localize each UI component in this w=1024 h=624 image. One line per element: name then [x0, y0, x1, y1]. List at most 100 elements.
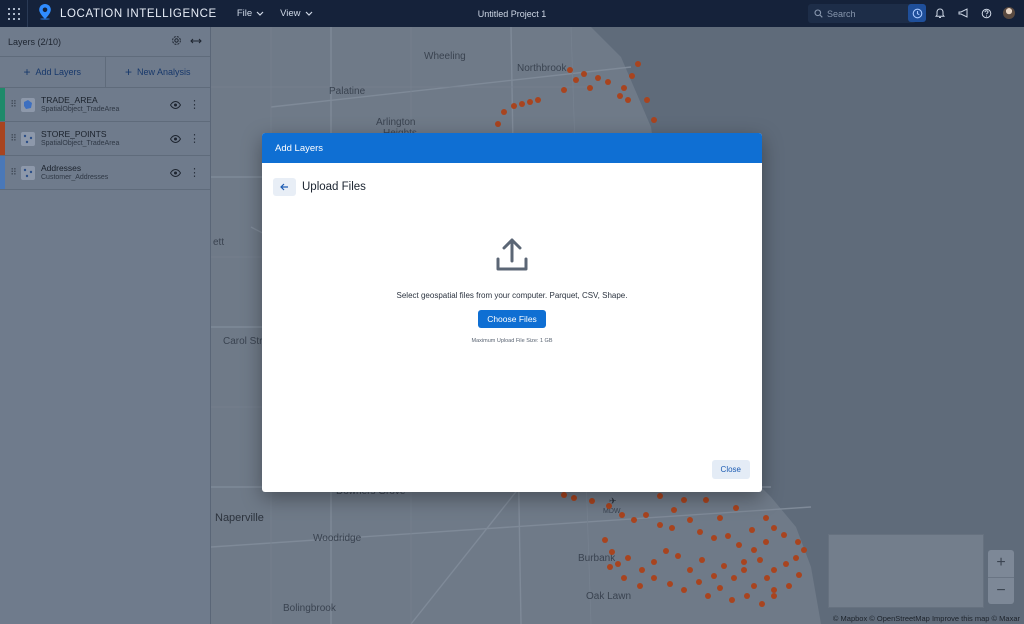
store-point-marker[interactable]	[697, 529, 703, 535]
new-analysis-button[interactable]: + New Analysis	[104, 57, 211, 87]
store-point-marker[interactable]	[687, 517, 693, 523]
store-point-marker[interactable]	[567, 67, 573, 73]
store-point-marker[interactable]	[741, 567, 747, 573]
store-point-marker[interactable]	[731, 575, 737, 581]
visibility-eye-icon[interactable]	[169, 98, 182, 112]
store-point-marker[interactable]	[781, 532, 787, 538]
store-point-marker[interactable]	[711, 573, 717, 579]
store-point-marker[interactable]	[725, 533, 731, 539]
store-point-marker[interactable]	[643, 512, 649, 518]
map-attribution[interactable]: © Mapbox © OpenStreetMap Improve this ma…	[833, 614, 1020, 623]
store-point-marker[interactable]	[786, 583, 792, 589]
add-layers-button[interactable]: + Add Layers	[0, 57, 105, 87]
drag-handle-icon[interactable]: ⠿	[5, 99, 21, 110]
more-options-icon[interactable]: ⋮	[189, 166, 200, 179]
bell-icon[interactable]	[931, 4, 949, 22]
store-point-marker[interactable]	[651, 559, 657, 565]
store-point-marker[interactable]	[741, 559, 747, 565]
help-icon[interactable]	[977, 4, 995, 22]
store-point-marker[interactable]	[607, 564, 613, 570]
more-options-icon[interactable]: ⋮	[189, 132, 200, 145]
menu-file[interactable]: File	[237, 8, 264, 19]
expand-arrows-icon[interactable]	[190, 37, 202, 47]
visibility-eye-icon[interactable]	[169, 166, 182, 180]
store-point-marker[interactable]	[609, 549, 615, 555]
store-point-marker[interactable]	[667, 581, 673, 587]
store-point-marker[interactable]	[757, 557, 763, 563]
store-point-marker[interactable]	[681, 497, 687, 503]
store-point-marker[interactable]	[519, 101, 525, 107]
store-point-marker[interactable]	[744, 593, 750, 599]
store-point-marker[interactable]	[495, 121, 501, 127]
search-input[interactable]	[827, 8, 917, 19]
store-point-marker[interactable]	[783, 561, 789, 567]
store-point-marker[interactable]	[602, 537, 608, 543]
store-point-marker[interactable]	[571, 495, 577, 501]
settings-gear-icon[interactable]	[171, 35, 182, 48]
user-avatar[interactable]	[1000, 4, 1018, 22]
store-point-marker[interactable]	[711, 535, 717, 541]
store-point-marker[interactable]	[595, 75, 601, 81]
store-point-marker[interactable]	[703, 497, 709, 503]
store-point-marker[interactable]	[736, 542, 742, 548]
store-point-marker[interactable]	[801, 547, 807, 553]
store-point-marker[interactable]	[619, 512, 625, 518]
store-point-marker[interactable]	[733, 505, 739, 511]
store-point-marker[interactable]	[617, 93, 623, 99]
store-point-marker[interactable]	[606, 503, 612, 509]
zoom-out-button[interactable]: −	[988, 576, 1014, 605]
drag-handle-icon[interactable]: ⠿	[5, 167, 21, 178]
store-point-marker[interactable]	[631, 517, 637, 523]
store-point-marker[interactable]	[663, 548, 669, 554]
store-point-marker[interactable]	[671, 507, 677, 513]
apps-grid-icon[interactable]	[0, 0, 27, 27]
store-point-marker[interactable]	[729, 597, 735, 603]
store-point-marker[interactable]	[637, 583, 643, 589]
back-button[interactable]	[273, 178, 296, 196]
drag-handle-icon[interactable]: ⠿	[5, 133, 21, 144]
layer-row-trade-area[interactable]: ⠿ TRADE_AREA SpatialObject_TradeArea ⋮	[0, 88, 210, 122]
store-point-marker[interactable]	[717, 585, 723, 591]
store-point-marker[interactable]	[696, 579, 702, 585]
store-point-marker[interactable]	[535, 97, 541, 103]
store-point-marker[interactable]	[561, 492, 567, 498]
store-point-marker[interactable]	[681, 587, 687, 593]
store-point-marker[interactable]	[771, 567, 777, 573]
store-point-marker[interactable]	[629, 73, 635, 79]
store-point-marker[interactable]	[621, 85, 627, 91]
choose-files-button[interactable]: Choose Files	[478, 310, 546, 328]
layer-row-addresses[interactable]: ⠿ Addresses Customer_Addresses ⋮	[0, 156, 210, 190]
store-point-marker[interactable]	[771, 593, 777, 599]
store-point-marker[interactable]	[635, 61, 641, 67]
store-point-marker[interactable]	[763, 539, 769, 545]
store-point-marker[interactable]	[721, 563, 727, 569]
menu-view[interactable]: View	[280, 8, 312, 19]
store-point-marker[interactable]	[625, 555, 631, 561]
store-point-marker[interactable]	[675, 553, 681, 559]
store-point-marker[interactable]	[501, 109, 507, 115]
store-point-marker[interactable]	[589, 498, 595, 504]
store-point-marker[interactable]	[527, 99, 533, 105]
store-point-marker[interactable]	[771, 525, 777, 531]
visibility-eye-icon[interactable]	[169, 132, 182, 146]
store-point-marker[interactable]	[699, 557, 705, 563]
store-point-marker[interactable]	[763, 515, 769, 521]
store-point-marker[interactable]	[651, 575, 657, 581]
close-button[interactable]: Close	[711, 460, 750, 479]
store-point-marker[interactable]	[764, 575, 770, 581]
zoom-in-button[interactable]: +	[988, 550, 1014, 577]
store-point-marker[interactable]	[561, 87, 567, 93]
store-point-marker[interactable]	[657, 522, 663, 528]
store-point-marker[interactable]	[749, 527, 755, 533]
more-options-icon[interactable]: ⋮	[189, 98, 200, 111]
store-point-marker[interactable]	[751, 547, 757, 553]
store-point-marker[interactable]	[651, 117, 657, 123]
store-point-marker[interactable]	[705, 593, 711, 599]
minimap[interactable]	[828, 534, 984, 608]
store-point-marker[interactable]	[687, 567, 693, 573]
store-point-marker[interactable]	[717, 515, 723, 521]
store-point-marker[interactable]	[759, 601, 765, 607]
layer-row-store-points[interactable]: ⠿ STORE_POINTS SpatialObject_TradeArea ⋮	[0, 122, 210, 156]
store-point-marker[interactable]	[657, 493, 663, 499]
megaphone-icon[interactable]	[954, 4, 972, 22]
